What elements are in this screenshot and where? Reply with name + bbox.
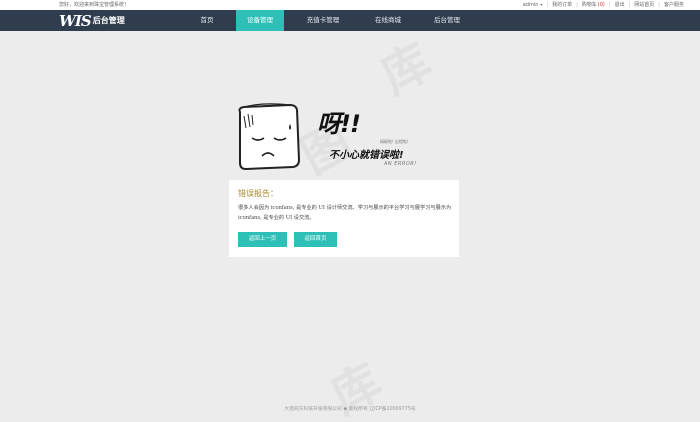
logout-link[interactable]: 退出 bbox=[615, 0, 625, 10]
customer-service-link[interactable]: 客户服务 bbox=[664, 0, 684, 10]
footer-copyright: 大连同方科技开发有限公司 ◆ 版权所有 辽ICP备10009775号 bbox=[284, 407, 416, 412]
error-report-title: 错误报告： bbox=[238, 189, 278, 198]
nav-item-online-store[interactable]: 在线商城 bbox=[362, 10, 414, 31]
top-links: admin ▾ | 我的订单 | 购物车(0) | 退出 | 网站首页 | 客户服… bbox=[522, 0, 684, 10]
site-home-link[interactable]: 网站首页 bbox=[634, 0, 654, 10]
cart-count: (0) bbox=[597, 2, 605, 8]
my-orders-link[interactable]: 我的订单 bbox=[552, 0, 572, 10]
watermark: 库 bbox=[366, 23, 441, 107]
error-report-description: 很多人会因为 iconfans, 是专业的 UI 设计师交流、学习与展示的平台学… bbox=[238, 205, 452, 221]
error-illustration: 呀!! 搞砸啦! 出错啦! 不小心就错误啦! AN ERROR! bbox=[232, 100, 432, 180]
home-button[interactable]: 返回首页 bbox=[294, 232, 337, 247]
cart-link[interactable]: 购物车(0) bbox=[582, 0, 605, 10]
error-report-panel: 错误报告： 很多人会因为 iconfans, 是专业的 UI 设计师交流、学习与… bbox=[229, 180, 459, 257]
chevron-down-icon: ▾ bbox=[540, 2, 543, 7]
error-headline: 不小心就错误啦! bbox=[329, 150, 404, 161]
logo-mark: WIS bbox=[59, 11, 92, 30]
welcome-text: 您好，欢迎来到珠宝管理系统！ bbox=[59, 2, 130, 8]
back-button[interactable]: 返回上一页 bbox=[238, 232, 287, 247]
main-nav: 首页 设备管理 充值卡管理 在线商城 后台管理 bbox=[178, 10, 480, 31]
sad-face-icon bbox=[238, 103, 301, 171]
error-subline: AN ERROR! bbox=[384, 161, 417, 167]
logo[interactable]: WIS 后台管理 bbox=[59, 11, 125, 30]
nav-item-home[interactable]: 首页 bbox=[178, 10, 236, 31]
exclaim-text: 呀!! bbox=[317, 110, 361, 138]
user-menu[interactable]: admin ▾ bbox=[523, 0, 543, 10]
main-header: WIS 后台管理 首页 设备管理 充值卡管理 在线商城 后台管理 bbox=[0, 10, 700, 31]
error-hint: 搞砸啦! 出错啦! bbox=[380, 139, 409, 144]
nav-item-devices[interactable]: 设备管理 bbox=[236, 10, 284, 31]
nav-item-admin[interactable]: 后台管理 bbox=[414, 10, 480, 31]
logo-text: 后台管理 bbox=[92, 16, 125, 25]
nav-item-recharge-cards[interactable]: 充值卡管理 bbox=[284, 10, 362, 31]
top-utility-bar: 您好，欢迎来到珠宝管理系统！ admin ▾ | 我的订单 | 购物车(0) | … bbox=[0, 0, 700, 10]
